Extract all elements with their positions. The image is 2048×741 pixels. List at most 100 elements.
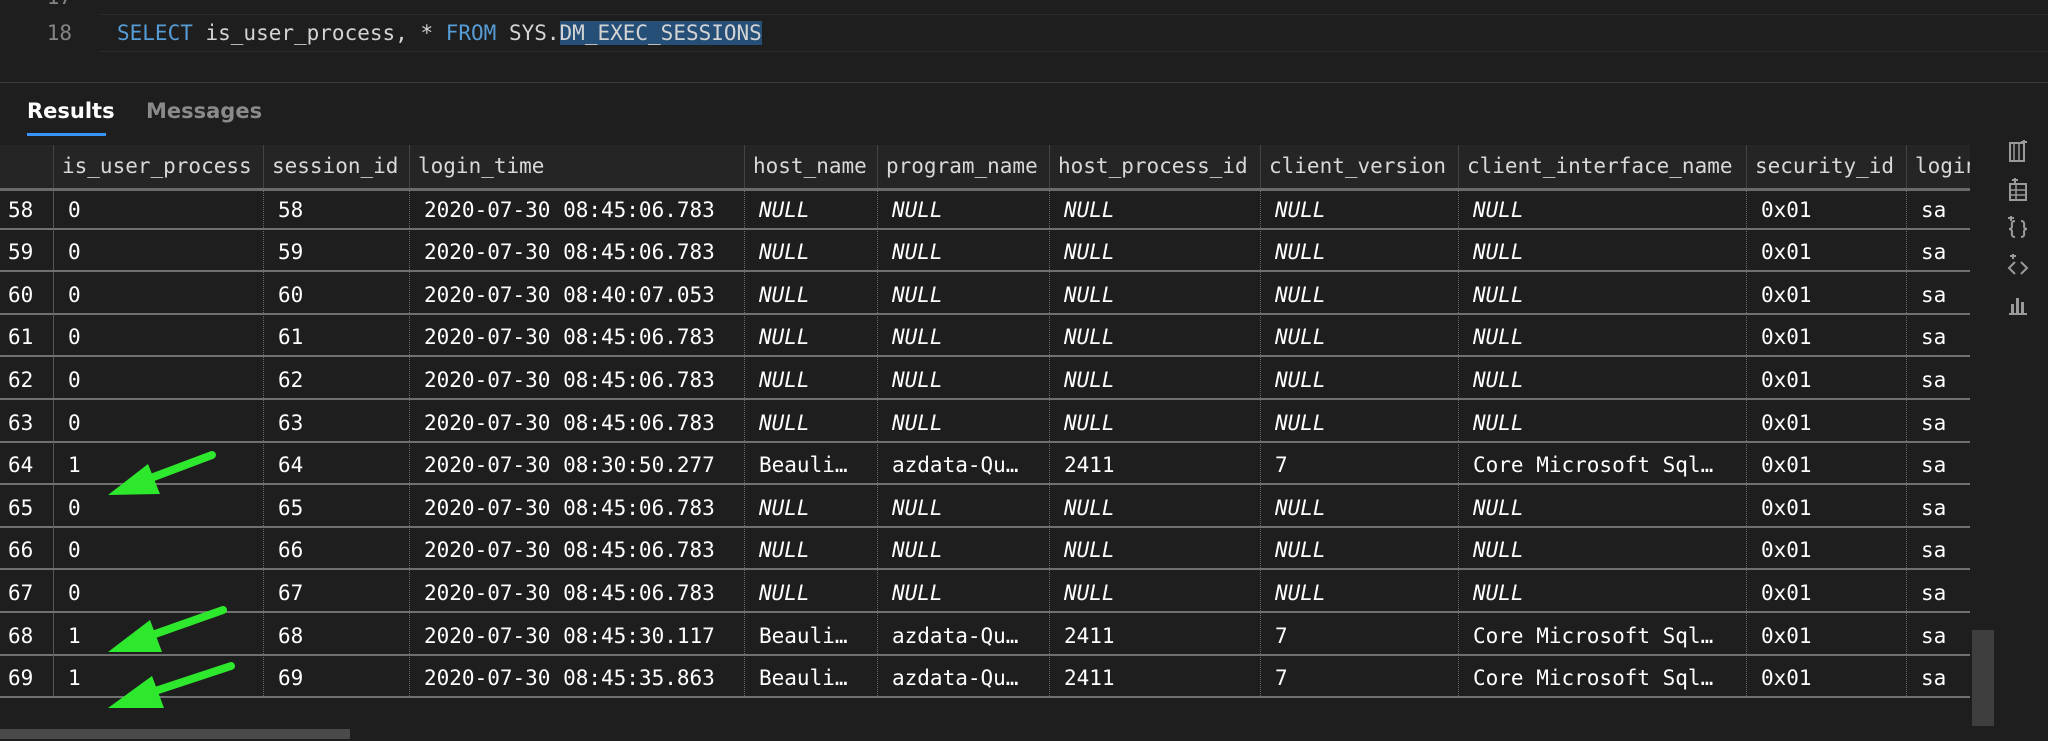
cell-login-time[interactable]: 2020-07-30 08:45:06.783 <box>410 357 745 398</box>
cell-is-user-process[interactable]: 0 <box>54 570 264 611</box>
table-row[interactable]: 60 0 60 2020-07-30 08:40:07.053 NULL NULL NULL… <box>0 271 1970 315</box>
cell-client-version[interactable]: NULL <box>1261 314 1459 356</box>
row-number[interactable]: 68 <box>0 612 54 654</box>
cell-is-user-process[interactable]: 0 <box>54 399 264 441</box>
cell-security-id[interactable]: 0x01 <box>1747 442 1907 484</box>
cell-client-interface-name[interactable]: NULL <box>1459 484 1747 526</box>
save-excel-button[interactable] <box>1996 178 2040 212</box>
row-number[interactable]: 63 <box>0 399 54 441</box>
cell-login-name[interactable]: sa <box>1907 272 1970 313</box>
cell-is-user-process[interactable]: 1 <box>54 612 264 654</box>
cell-client-interface-name[interactable]: NULL <box>1459 570 1747 611</box>
row-number[interactable]: 58 <box>0 186 54 228</box>
cell-client-version[interactable]: 7 <box>1261 612 1459 654</box>
cell-login-name[interactable]: sa <box>1907 613 1970 654</box>
cell-security-id[interactable]: 0x01 <box>1747 570 1907 611</box>
cell-program-name[interactable]: NULL <box>878 527 1050 569</box>
table-row[interactable]: 66 0 66 2020-07-30 08:45:06.783 NULL NULL NULL… <box>0 527 1970 571</box>
cell-client-interface-name[interactable]: Core Microsoft Sql… <box>1459 442 1747 484</box>
cell-session-id[interactable]: 62 <box>264 357 410 398</box>
cell-host-process-id[interactable]: NULL <box>1050 527 1261 569</box>
cell-host-process-id[interactable]: 2411 <box>1050 442 1261 484</box>
column-header-login-name[interactable]: login_n <box>1907 145 1970 188</box>
cell-session-id[interactable]: 65 <box>264 484 410 526</box>
table-row[interactable]: 67 0 67 2020-07-30 08:45:06.783 NULL NULL NULL… <box>0 570 1970 613</box>
cell-is-user-process[interactable]: 0 <box>54 314 264 356</box>
cell-session-id[interactable]: 64 <box>264 442 410 484</box>
table-row[interactable]: 61 0 61 2020-07-30 08:45:06.783 NULL NULL NULL… <box>0 314 1970 358</box>
cell-session-id[interactable]: 61 <box>264 314 410 356</box>
cell-is-user-process[interactable]: 1 <box>54 442 264 484</box>
cell-login-time[interactable]: 2020-07-30 08:45:06.783 <box>410 186 745 228</box>
column-header-host-process-id[interactable]: host_process_id <box>1050 145 1261 188</box>
table-row[interactable]: 59 0 59 2020-07-30 08:45:06.783 NULL NULL NULL… <box>0 229 1970 273</box>
cell-client-interface-name[interactable]: Core Microsoft Sql… <box>1459 655 1747 697</box>
cell-session-id[interactable]: 63 <box>264 399 410 441</box>
cell-program-name[interactable]: NULL <box>878 570 1050 611</box>
cell-host-process-id[interactable]: NULL <box>1050 271 1261 313</box>
tab-results[interactable]: Results <box>27 99 115 123</box>
cell-program-name[interactable]: NULL <box>878 484 1050 526</box>
column-header-client-interface-name[interactable]: client_interface_name <box>1459 145 1747 188</box>
cell-host-name[interactable]: NULL <box>745 357 878 398</box>
table-row[interactable]: 68 1 68 2020-07-30 08:45:30.117 Beauli… azdat… <box>0 612 1970 656</box>
cell-host-process-id[interactable]: NULL <box>1050 357 1261 398</box>
cell-program-name[interactable]: azdata-Qu… <box>878 442 1050 484</box>
cell-client-interface-name[interactable]: NULL <box>1459 271 1747 313</box>
column-header-program-name[interactable]: program_name <box>878 145 1050 188</box>
cell-host-name[interactable]: Beauli… <box>745 442 878 484</box>
cell-host-process-id[interactable]: 2411 <box>1050 612 1261 654</box>
cell-program-name[interactable]: NULL <box>878 399 1050 441</box>
cell-client-interface-name[interactable]: NULL <box>1459 527 1747 569</box>
cell-host-name[interactable]: NULL <box>745 484 878 526</box>
column-header-client-version[interactable]: client_version <box>1261 145 1459 188</box>
cell-security-id[interactable]: 0x01 <box>1747 484 1907 526</box>
save-csv-button[interactable] <box>1996 140 2040 174</box>
cell-login-name[interactable]: sa <box>1907 357 1970 398</box>
cell-security-id[interactable]: 0x01 <box>1747 314 1907 356</box>
row-number[interactable]: 61 <box>0 314 54 356</box>
cell-client-interface-name[interactable]: NULL <box>1459 357 1747 398</box>
cell-login-time[interactable]: 2020-07-30 08:45:06.783 <box>410 570 745 611</box>
cell-login-time[interactable]: 2020-07-30 08:45:06.783 <box>410 229 745 271</box>
table-row[interactable]: 63 0 63 2020-07-30 08:45:06.783 NULL NULL NULL… <box>0 399 1970 443</box>
cell-client-version[interactable]: NULL <box>1261 570 1459 611</box>
cell-client-version[interactable]: NULL <box>1261 271 1459 313</box>
cell-is-user-process[interactable]: 0 <box>54 484 264 526</box>
cell-security-id[interactable]: 0x01 <box>1747 612 1907 654</box>
cell-login-time[interactable]: 2020-07-30 08:45:06.783 <box>410 399 745 441</box>
cell-program-name[interactable]: NULL <box>878 314 1050 356</box>
column-header-host-name[interactable]: host_name <box>745 145 878 188</box>
cell-is-user-process[interactable]: 0 <box>54 186 264 228</box>
cell-client-interface-name[interactable]: Core Microsoft Sql… <box>1459 612 1747 654</box>
cell-host-name[interactable]: Beauli… <box>745 612 878 654</box>
cell-login-time[interactable]: 2020-07-30 08:45:30.117 <box>410 612 745 654</box>
cell-client-version[interactable]: NULL <box>1261 186 1459 228</box>
cell-host-name[interactable]: NULL <box>745 186 878 228</box>
cell-security-id[interactable]: 0x01 <box>1747 357 1907 398</box>
cell-host-name[interactable]: NULL <box>745 570 878 611</box>
cell-security-id[interactable]: 0x01 <box>1747 527 1907 569</box>
cell-client-version[interactable]: NULL <box>1261 484 1459 526</box>
query-editor[interactable]: 17 18 SELECT is_user_process, * FROM SYS… <box>0 0 2048 82</box>
cell-host-process-id[interactable]: NULL <box>1050 229 1261 271</box>
row-number[interactable]: 59 <box>0 229 54 271</box>
cell-login-time[interactable]: 2020-07-30 08:45:06.783 <box>410 314 745 356</box>
cell-program-name[interactable]: NULL <box>878 186 1050 228</box>
cell-client-interface-name[interactable]: NULL <box>1459 314 1747 356</box>
cell-host-name[interactable]: NULL <box>745 314 878 356</box>
cell-client-version[interactable]: NULL <box>1261 229 1459 271</box>
row-number[interactable]: 62 <box>0 357 54 398</box>
column-header-security-id[interactable]: security_id <box>1747 145 1907 188</box>
cell-login-name[interactable]: sa <box>1907 187 1970 228</box>
column-header-session-id[interactable]: session_id <box>264 145 410 188</box>
cell-host-name[interactable]: NULL <box>745 527 878 569</box>
cell-is-user-process[interactable]: 0 <box>54 357 264 398</box>
editor-line-18[interactable]: 18 SELECT is_user_process, * FROM SYS.DM… <box>0 16 2048 50</box>
cell-security-id[interactable]: 0x01 <box>1747 399 1907 441</box>
row-number[interactable]: 60 <box>0 271 54 313</box>
cell-login-time[interactable]: 2020-07-30 08:40:07.053 <box>410 271 745 313</box>
table-row[interactable]: 64 1 64 2020-07-30 08:30:50.277 Beauli… azdat… <box>0 442 1970 486</box>
cell-login-name[interactable]: sa <box>1907 485 1970 526</box>
cell-host-name[interactable]: NULL <box>745 399 878 441</box>
